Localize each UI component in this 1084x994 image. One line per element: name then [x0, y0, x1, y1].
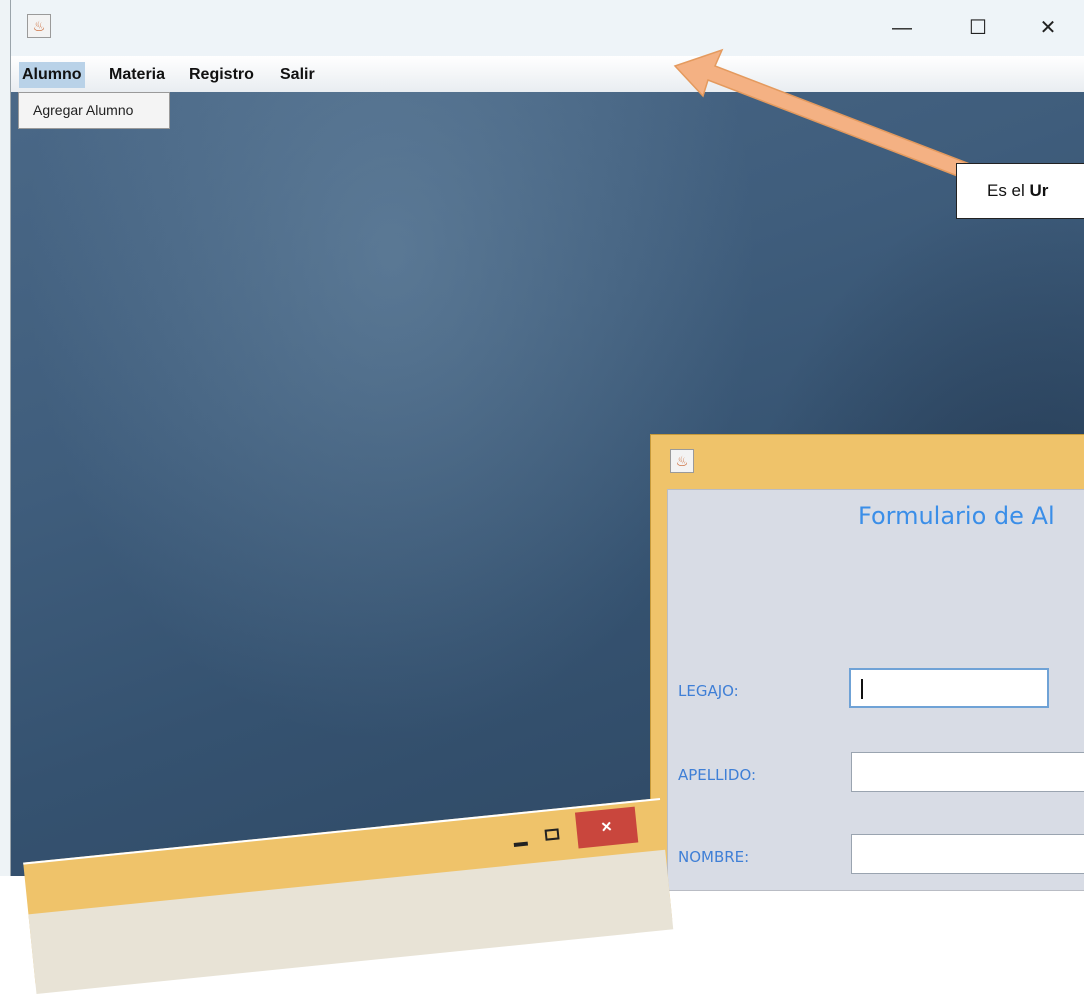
form-title: Formulario de Al: [858, 502, 1055, 530]
form-alumno-window: ♨ Formulario de Al LEGAJO: APELLIDO: NOM…: [650, 434, 1084, 891]
java-app-icon: ♨: [27, 14, 51, 38]
tilted-window-body: [28, 849, 674, 994]
label-legajo: LEGAJO:: [678, 682, 739, 700]
apellido-input[interactable]: [851, 752, 1084, 792]
menu-bar: Alumno Materia Registro Salir: [10, 56, 1084, 93]
maximize-button[interactable]: ☐: [955, 8, 1001, 48]
label-apellido: APELLIDO:: [678, 766, 757, 784]
nombre-input[interactable]: [851, 834, 1084, 874]
callout-bold-text: Ur: [1029, 181, 1049, 200]
alumno-dropdown-menu: Agregar Alumno: [18, 92, 170, 129]
window-left-edge: [0, 0, 10, 876]
menu-registro[interactable]: Registro: [186, 62, 257, 88]
java-app-icon: ♨: [670, 449, 694, 473]
menu-salir[interactable]: Salir: [277, 62, 318, 88]
tilted-minimize-button[interactable]: [513, 841, 529, 847]
tilted-maximize-button[interactable]: [544, 828, 560, 841]
label-nombre: NOMBRE:: [678, 848, 750, 866]
form-body: Formulario de Al LEGAJO: APELLIDO: NOMBR…: [667, 489, 1084, 891]
minimize-button[interactable]: —: [879, 8, 925, 48]
annotation-callout: Es el Ur: [956, 163, 1084, 219]
text-caret: [861, 679, 863, 699]
tilted-close-button[interactable]: ×: [574, 806, 639, 849]
menu-materia[interactable]: Materia: [106, 62, 168, 88]
callout-text: Es el: [987, 181, 1030, 200]
legajo-input[interactable]: [849, 668, 1049, 708]
menu-item-agregar-alumno[interactable]: Agregar Alumno: [33, 102, 133, 118]
title-bar[interactable]: ♨ — ☐ ✕: [10, 0, 1084, 56]
menu-alumno[interactable]: Alumno: [19, 62, 85, 88]
close-button[interactable]: ✕: [1025, 8, 1071, 48]
